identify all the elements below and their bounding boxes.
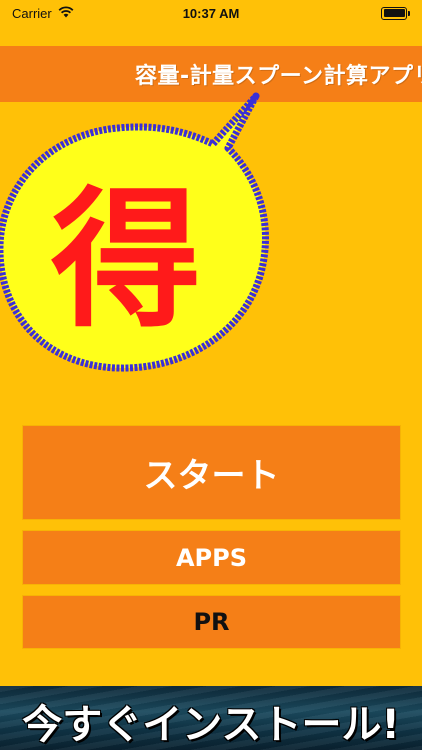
apps-button[interactable]: APPS	[23, 531, 400, 584]
start-button[interactable]: スタート	[23, 426, 400, 519]
pr-button[interactable]: PR	[23, 596, 400, 648]
install-banner-text: 今すぐインストール!	[22, 702, 400, 748]
promo-char: 得	[50, 174, 201, 348]
status-left: Carrier	[12, 6, 74, 21]
battery-icon	[381, 6, 410, 20]
status-bar: Carrier 10:37 AM	[0, 0, 422, 26]
page-title: 容量-計量スプーン計算アプリ	[134, 64, 422, 89]
carrier-label: Carrier	[12, 5, 52, 21]
status-time: 10:37 AM	[182, 5, 240, 21]
speech-bubble: 得	[0, 88, 278, 388]
install-banner: 今すぐインストール!	[0, 686, 422, 750]
wifi-icon	[58, 5, 74, 21]
